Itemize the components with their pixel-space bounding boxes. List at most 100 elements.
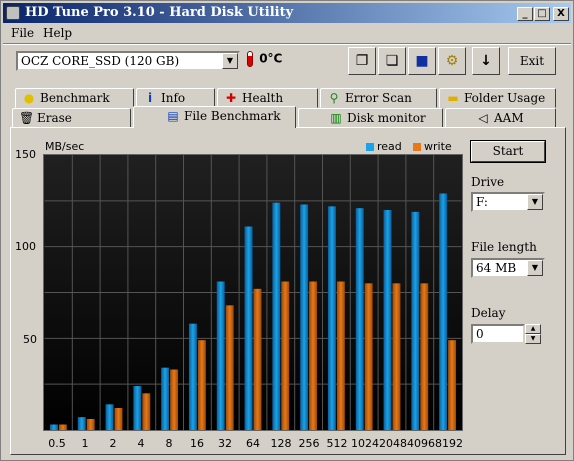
y-tick-50: 50 <box>23 333 37 346</box>
x-tick-label: 4096 <box>407 437 435 450</box>
tab-erase[interactable]: 🗑 Erase <box>12 108 131 128</box>
drive-combo-value: F: <box>476 195 488 209</box>
drive-select-value: OCZ CORE_SSD (120 GB) <box>21 54 180 68</box>
legend-write-swatch <box>413 143 421 151</box>
bar-read-1 <box>77 417 86 430</box>
menu-bar: File Help <box>3 24 571 42</box>
app-window: HD Tune Pro 3.10 - Hard Disk Utility _ □… <box>0 0 574 461</box>
delay-input[interactable]: 0 <box>471 324 525 344</box>
download-button[interactable]: ↓ <box>472 47 500 75</box>
bar-write-64 <box>253 288 262 430</box>
x-tick-label: 0.5 <box>48 437 66 450</box>
x-tick-label: 8 <box>165 437 173 450</box>
app-icon[interactable] <box>6 6 20 20</box>
bar-read-4 <box>133 386 142 430</box>
menu-file[interactable]: File <box>11 26 34 40</box>
folder-icon: ▬ <box>447 91 459 105</box>
info-icon: i <box>147 91 153 105</box>
y-tick-150: 150 <box>15 148 36 161</box>
drive-label: Drive <box>471 175 505 189</box>
bar-write-8 <box>170 369 179 430</box>
legend-read-swatch <box>366 143 374 151</box>
legend-read: read <box>366 140 402 153</box>
bar-write-2 <box>114 408 123 430</box>
x-tick-label: 2048 <box>379 437 407 450</box>
tab-error-scan[interactable]: ⚲ Error Scan <box>320 88 437 108</box>
minimize-button[interactable]: _ <box>517 7 533 21</box>
copy-icon: ❐ <box>355 53 369 69</box>
y-tick-100: 100 <box>15 240 36 253</box>
x-tick-label: 32 <box>218 437 232 450</box>
x-tick-label: 128 <box>270 437 292 450</box>
bar-write-1024 <box>364 283 373 430</box>
speaker-icon: ◁ <box>478 111 488 125</box>
menu-separator <box>3 43 571 45</box>
bar-read-4096 <box>411 211 420 430</box>
file-length-combo[interactable]: 64 MB ▼ <box>471 258 545 278</box>
cross-icon: ✚ <box>225 91 237 105</box>
menu-help[interactable]: Help <box>43 26 72 40</box>
x-tick-label: 16 <box>190 437 204 450</box>
tab-health[interactable]: ✚ Health <box>217 88 318 108</box>
save-icon: ■ <box>415 53 429 69</box>
window-title: HD Tune Pro 3.10 - Hard Disk Utility <box>25 5 294 20</box>
bar-read-2 <box>105 404 114 430</box>
bar-read-128 <box>272 202 281 430</box>
x-tick-label: 64 <box>246 437 260 450</box>
save-button[interactable]: ■ <box>408 47 436 75</box>
bar-read-0.5 <box>49 424 58 430</box>
download-icon: ↓ <box>480 53 492 69</box>
thermometer-icon <box>247 51 253 67</box>
exit-button[interactable]: Exit <box>508 47 556 75</box>
bar-read-256 <box>300 204 309 430</box>
title-bar[interactable]: HD Tune Pro 3.10 - Hard Disk Utility _ □… <box>3 3 571 23</box>
chevron-down-icon[interactable]: ▼ <box>222 53 238 69</box>
bar-read-16 <box>188 323 197 430</box>
chevron-down-icon[interactable]: ▼ <box>527 260 543 276</box>
bar-read-2048 <box>383 210 392 430</box>
bar-read-512 <box>327 206 336 430</box>
drive-select[interactable]: OCZ CORE_SSD (120 GB) ▼ <box>16 51 240 71</box>
x-tick-label: 1024 <box>351 437 379 450</box>
trash-icon: 🗑 <box>19 111 35 125</box>
tab-disk-monitor[interactable]: ▥ Disk monitor <box>298 108 443 128</box>
options-button[interactable]: ⚙ <box>438 47 466 75</box>
bar-read-64 <box>244 226 253 430</box>
spin-down-icon[interactable]: ▼ <box>525 334 541 344</box>
file-length-value: 64 MB <box>476 261 517 275</box>
options-icon: ⚙ <box>445 53 459 69</box>
file-icon: ▤ <box>167 109 179 123</box>
copy-button[interactable]: ❐ <box>348 47 376 75</box>
bar-write-4096 <box>420 283 429 430</box>
bar-write-128 <box>281 281 290 430</box>
temperature-value: 0°C <box>259 51 283 66</box>
chart-icon: ▥ <box>330 111 342 125</box>
legend-write-label: write <box>424 140 452 153</box>
legend-write: write <box>413 140 452 153</box>
x-tick-label: 4 <box>137 437 145 450</box>
copy-alt-button[interactable]: ❏ <box>378 47 406 75</box>
copy-alt-icon: ❏ <box>385 53 399 69</box>
close-button[interactable]: X <box>553 7 569 21</box>
bar-read-8 <box>161 367 170 430</box>
start-button[interactable]: Start <box>470 140 546 163</box>
tab-info[interactable]: i Info <box>136 88 215 108</box>
magnifier-icon: ⚲ <box>329 91 339 105</box>
chevron-down-icon[interactable]: ▼ <box>527 194 543 210</box>
delay-spinner[interactable]: ▲ ▼ <box>525 324 541 344</box>
tab-folder-usage[interactable]: ▬ Folder Usage <box>439 88 556 108</box>
tab-file-benchmark[interactable]: ▤ File Benchmark <box>133 106 296 128</box>
x-tick-label: 512 <box>326 437 348 450</box>
maximize-button[interactable]: □ <box>534 7 550 21</box>
bar-write-8192 <box>448 340 457 430</box>
temperature-readout: 0°C <box>247 51 282 71</box>
file-length-label: File length <box>471 240 537 254</box>
delay-value: 0 <box>476 327 484 341</box>
x-tick-label: 256 <box>298 437 320 450</box>
spin-up-icon[interactable]: ▲ <box>525 324 541 334</box>
x-tick-label: 1 <box>81 437 89 450</box>
tab-aam[interactable]: ◁ AAM <box>445 108 556 128</box>
bar-write-1 <box>86 419 95 430</box>
tab-benchmark[interactable]: ● Benchmark <box>15 88 134 108</box>
drive-combo[interactable]: F: ▼ <box>471 192 545 212</box>
